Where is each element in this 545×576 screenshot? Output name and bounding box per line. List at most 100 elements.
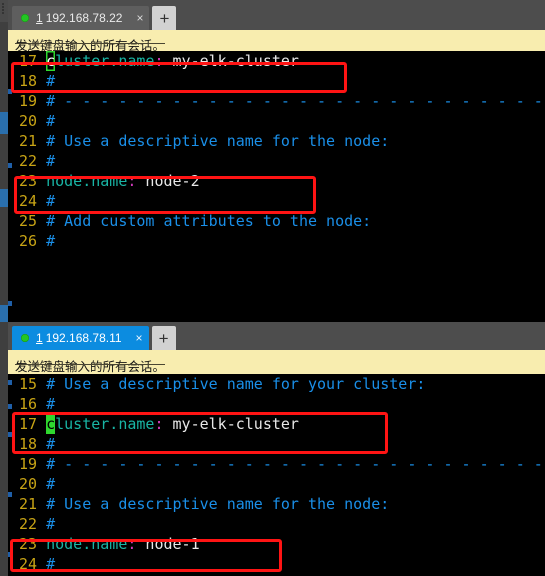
line-number: 18 (19, 72, 47, 90)
comment-text: # Add custom attributes to the node: (46, 212, 372, 230)
rail-segment (0, 322, 8, 576)
terminal-line: 17 cluster.name: my-elk-cluster (8, 414, 545, 434)
config-key: node.name (46, 172, 128, 190)
line-number: 19 (19, 455, 47, 473)
comment-text: # Use a descriptive name for the node: (46, 495, 390, 513)
terminal-output-pane-2[interactable]: 15 # Use a descriptive name for your clu… (8, 374, 545, 576)
tab-host-label: 192.168.78.22 (45, 11, 123, 25)
terminal-line: 26 # (8, 231, 545, 251)
terminal-line: 23 node.name: node-1 (8, 534, 545, 554)
terminal-multiplexer-window: 1 192.168.78.22 × + 发送键盘输入的所有会话。 17 clus… (0, 0, 545, 576)
rail-segment (0, 207, 8, 305)
line-number: 23 (19, 535, 47, 553)
close-icon[interactable]: × (136, 332, 143, 344)
terminal-line: 24 # (8, 554, 545, 574)
line-number: 15 (19, 375, 47, 393)
comment-text: # (46, 515, 56, 533)
rail-segment (0, 134, 8, 189)
new-tab-button[interactable]: + (152, 6, 177, 30)
line-number: 18 (19, 435, 47, 453)
config-key: node.name (46, 535, 128, 553)
terminal-line: 23 node.name: node-2 (8, 171, 545, 191)
rail-scroll-indicator[interactable] (0, 305, 8, 322)
rail-scroll-indicator[interactable] (0, 189, 8, 207)
terminal-output-pane-1[interactable]: 17 cluster.name: my-elk-cluster 18 #19 # … (8, 51, 545, 322)
line-number: 21 (19, 132, 47, 150)
green-status-dot-icon (21, 334, 29, 342)
terminal-line: 24 # (8, 191, 545, 211)
line-number: 16 (19, 395, 47, 413)
section-divider: # - - - - - - - - - - - - - - - - - - - … (46, 92, 543, 110)
comment-text: # Use a descriptive name for the node: (46, 132, 390, 150)
config-colon: : (154, 415, 164, 433)
section-divider: # - - - - - - - - - - - - - - - - - - - … (46, 455, 543, 473)
close-icon[interactable]: × (136, 12, 143, 24)
line-number: 22 (19, 152, 47, 170)
terminal-line: 21 # Use a descriptive name for the node… (8, 494, 545, 514)
terminal-line: 19 # - - - - - - - - - - - - - - - - - -… (8, 91, 545, 111)
line-number: 26 (19, 232, 47, 250)
terminal-line: 20 # (8, 474, 545, 494)
terminal-line: 18 # (8, 434, 545, 454)
green-status-dot-icon (21, 14, 29, 22)
comment-text: # (46, 192, 56, 210)
comment-text: # (46, 72, 56, 90)
line-number: 17 (19, 415, 47, 433)
terminal-line: 21 # Use a descriptive name for the node… (8, 131, 545, 151)
config-colon: : (154, 52, 164, 70)
tabstrip-pane-2: 1 192.168.78.11 × + (8, 322, 545, 350)
comment-text: # (46, 435, 56, 453)
terminal-line: 18 # (8, 71, 545, 91)
broadcast-banner-pane-2: 发送键盘输入的所有会话。 (8, 350, 545, 374)
config-value: my-elk-cluster (163, 415, 299, 433)
text-cursor: c (46, 52, 56, 70)
line-number: 20 (19, 112, 47, 130)
tab-host-label: 192.168.78.11 (45, 331, 122, 345)
line-number: 25 (19, 212, 47, 230)
config-value: node-1 (136, 535, 200, 553)
line-number: 19 (19, 92, 47, 110)
terminal-line: 19 # - - - - - - - - - - - - - - - - - -… (8, 454, 545, 474)
line-number: 22 (19, 515, 47, 533)
terminal-line: 22 # (8, 151, 545, 171)
line-number: 20 (19, 475, 47, 493)
session-pane-1: 1 192.168.78.22 × + 发送键盘输入的所有会话。 17 clus… (8, 0, 545, 322)
line-number: 17 (19, 52, 47, 70)
new-tab-button[interactable]: + (151, 326, 176, 350)
rail-segment (0, 22, 8, 112)
comment-text: # (46, 152, 56, 170)
broadcast-banner-text: 发送键盘输入的所有会话。 (15, 356, 166, 375)
line-number: 24 (19, 555, 47, 573)
terminal-line: 20 # (8, 111, 545, 131)
session-pane-2: 1 192.168.78.11 × + 发送键盘输入的所有会话。 15 # Us… (8, 322, 545, 576)
terminal-line: 17 cluster.name: my-elk-cluster (8, 51, 545, 71)
rail-scroll-indicator[interactable] (0, 112, 8, 134)
tab-index-label: 1 (36, 11, 43, 25)
config-value: node-2 (136, 172, 200, 190)
left-panel-edge (0, 0, 8, 576)
comment-text: # (46, 232, 56, 250)
text-cursor: c (46, 414, 56, 434)
config-key: cluster.name (46, 52, 155, 70)
config-value: my-elk-cluster (163, 52, 299, 70)
line-number: 21 (19, 495, 47, 513)
comment-text: # Use a descriptive name for your cluste… (46, 375, 426, 393)
tabstrip-empty-area (176, 6, 545, 30)
tab-index-label: 1 (36, 331, 43, 345)
tabstrip-empty-area (176, 326, 545, 350)
terminal-line: 25 # Add custom attributes to the node: (8, 211, 545, 231)
config-key: cluster.name (46, 414, 155, 434)
tab-192-168-78-22[interactable]: 1 192.168.78.22 × (12, 6, 150, 30)
comment-text: # (46, 112, 56, 130)
terminal-line: 22 # (8, 514, 545, 534)
line-number: 24 (19, 192, 47, 210)
line-number: 23 (19, 172, 47, 190)
broadcast-banner-pane-1: 发送键盘输入的所有会话。 (8, 30, 545, 53)
tab-192-168-78-11[interactable]: 1 192.168.78.11 × (12, 326, 149, 350)
terminal-line: 16 # (8, 394, 545, 414)
comment-text: # (46, 475, 56, 493)
comment-text: # (46, 555, 56, 573)
comment-text: # (46, 395, 56, 413)
panel-drag-grip-icon[interactable] (2, 3, 5, 14)
tabstrip-pane-1: 1 192.168.78.22 × + (8, 0, 545, 30)
